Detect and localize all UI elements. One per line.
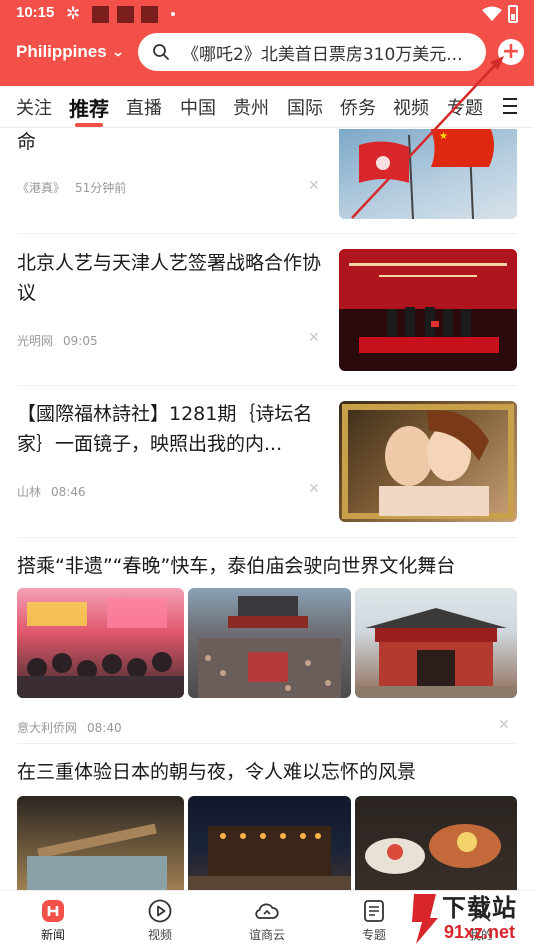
battery-icon	[508, 5, 518, 23]
search-icon	[153, 44, 169, 60]
watermark-title: 下载站	[442, 894, 517, 922]
news-time: 08:46	[51, 485, 86, 499]
nav-topics[interactable]: 专题	[344, 899, 404, 943]
tab-china[interactable]: 中国	[180, 94, 216, 120]
watermark-url: 91xz.net	[444, 922, 516, 942]
annotation-arrow-icon	[351, 56, 504, 219]
tab-international[interactable]: 国际	[287, 94, 323, 120]
news-item[interactable]: 【國際福林詩社】1281期｛诗坛名家｝一面镜子，映照出我的内... 山林 08:4…	[0, 386, 534, 538]
tab-follow[interactable]: 关注	[16, 94, 52, 120]
water-basin-image	[27, 823, 167, 890]
news-item[interactable]: 搭乘“非遗”“春晚”快车，泰伯庙会驶向世界文化舞台 意大利侨网 08:40 ✕	[0, 538, 534, 738]
play-icon	[148, 899, 172, 923]
news-title: 在三重体验日本的朝与夜，令人难以忘怀的风景	[17, 761, 417, 783]
news-thumbnail	[339, 401, 517, 522]
news-title: 命	[17, 131, 37, 153]
news-thumbnail	[188, 796, 351, 890]
news-item[interactable]: 北京人艺与天津人艺签署战略合作协议 光明网 09:05 ✕	[0, 234, 534, 386]
news-meta: 意大利侨网 08:40	[17, 719, 122, 736]
news-title: 搭乘“非遗”“春晚”快车，泰伯庙会驶向世界文化舞台	[17, 555, 456, 577]
region-selector[interactable]: Philippines ⌄	[16, 42, 125, 62]
notification-icon	[92, 6, 109, 23]
painting-image	[342, 404, 514, 519]
news-thumbnail	[355, 796, 517, 890]
site-watermark: 下载站 91xz.net	[410, 888, 534, 950]
news-meta: 《港真》 51分钟前	[17, 179, 126, 196]
active-tab-indicator	[75, 123, 103, 127]
news-thumbnail	[17, 588, 184, 698]
news-time: 09:05	[63, 334, 98, 348]
cloud-icon	[255, 903, 279, 919]
night-street-image	[188, 826, 351, 890]
more-notifications-dot-icon	[171, 12, 175, 16]
news-feed: 命 《港真》 51分钟前 ✕ ★ 北京人艺与天津人艺签署战略合作协议 光明网 09:…	[0, 129, 534, 890]
news-meta: 山林 08:46	[17, 483, 86, 500]
status-time: 10:15	[16, 4, 55, 21]
nav-cloud[interactable]: 谊商云	[237, 899, 297, 943]
news-source: 山林	[17, 485, 42, 499]
news-thumbnail	[188, 588, 351, 698]
watermark-logo-icon	[412, 894, 438, 944]
news-title: 【國際福林詩社】1281期｛诗坛名家｝一面镜子，映照出我的内...	[17, 403, 313, 455]
temple-gate-image	[355, 608, 517, 698]
dismiss-icon[interactable]: ✕	[308, 330, 320, 346]
nav-label: 谊商云	[248, 928, 285, 942]
status-bar: 10:15 ✲	[0, 0, 534, 30]
signing-ceremony-image	[339, 249, 517, 353]
dismiss-icon[interactable]: ✕	[308, 481, 320, 497]
news-thumbnail	[355, 588, 517, 698]
news-thumbnail	[17, 796, 184, 890]
nav-news[interactable]: 新闻	[23, 899, 83, 943]
nav-label: 视频	[147, 928, 172, 942]
news-thumbnail	[339, 249, 517, 371]
notification-icon	[117, 6, 134, 23]
news-time: 51分钟前	[75, 181, 127, 195]
topic-icon	[364, 900, 384, 922]
japanese-cuisine-image	[365, 824, 501, 874]
nav-video[interactable]: 视频	[130, 899, 190, 943]
news-meta: 光明网 09:05	[17, 332, 98, 349]
notification-icon	[141, 6, 158, 23]
news-time: 08:40	[87, 721, 122, 735]
news-title: 北京人艺与天津人艺签署战略合作协议	[17, 252, 322, 304]
temple-aerial-image	[198, 596, 341, 698]
news-icon	[42, 900, 64, 922]
chevron-down-icon: ⌄	[111, 45, 125, 59]
temple-fair-crowd-image	[17, 598, 184, 698]
news-source: 《港真》	[17, 181, 66, 195]
wifi-icon	[482, 6, 502, 21]
news-source: 光明网	[17, 334, 54, 348]
settings-gear-icon: ✲	[66, 4, 81, 24]
nav-label: 新闻	[40, 928, 65, 942]
dismiss-icon[interactable]: ✕	[498, 717, 510, 733]
tab-recommended[interactable]: 推荐	[69, 93, 109, 122]
dismiss-icon[interactable]: ✕	[308, 178, 320, 194]
tab-guizhou[interactable]: 贵州	[233, 94, 269, 120]
region-label: Philippines	[16, 42, 107, 61]
nav-label: 专题	[361, 928, 386, 942]
tab-live[interactable]: 直播	[126, 94, 162, 120]
news-source: 意大利侨网	[17, 721, 78, 735]
news-item[interactable]: 在三重体验日本的朝与夜，令人难以忘怀的风景	[0, 744, 534, 890]
